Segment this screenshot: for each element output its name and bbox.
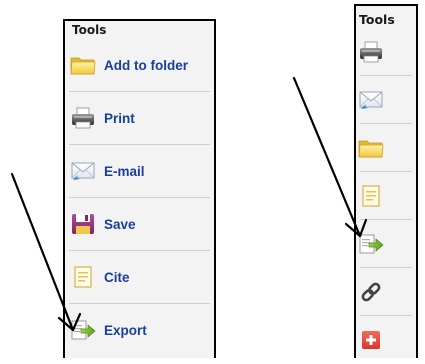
export-icon-button[interactable] bbox=[356, 220, 416, 268]
printer-icon bbox=[70, 107, 96, 129]
email-icon bbox=[358, 89, 384, 111]
export-document-icon bbox=[70, 319, 96, 341]
folder-icon bbox=[358, 137, 384, 159]
panel-title: Tools bbox=[359, 12, 395, 27]
export-button[interactable]: Export bbox=[65, 304, 214, 357]
add-icon-button[interactable] bbox=[356, 316, 416, 364]
add-to-folder-label: Add to folder bbox=[104, 58, 188, 73]
print-label: Print bbox=[104, 111, 135, 126]
panel-title: Tools bbox=[72, 23, 107, 37]
link-icon bbox=[358, 281, 384, 303]
cite-icon-button[interactable] bbox=[356, 172, 416, 220]
folder-icon bbox=[70, 54, 96, 76]
export-document-icon bbox=[358, 233, 384, 255]
document-icon bbox=[70, 266, 96, 288]
link-icon-button[interactable] bbox=[356, 268, 416, 316]
print-button[interactable]: Print bbox=[65, 92, 214, 145]
print-icon-button[interactable] bbox=[356, 28, 416, 76]
tools-panel-expanded: Tools Add to folder Print E-mail Save Ci… bbox=[63, 19, 216, 358]
tools-panel-collapsed: Tools bbox=[354, 4, 418, 358]
floppy-disk-icon bbox=[70, 213, 96, 235]
email-icon bbox=[70, 160, 96, 182]
cite-label: Cite bbox=[104, 270, 130, 285]
add-to-folder-icon-button[interactable] bbox=[356, 124, 416, 172]
email-button[interactable]: E-mail bbox=[65, 145, 214, 198]
document-icon bbox=[358, 185, 384, 207]
save-label: Save bbox=[104, 217, 136, 232]
printer-icon bbox=[358, 41, 384, 63]
plus-icon bbox=[358, 329, 384, 351]
email-icon-button[interactable] bbox=[356, 76, 416, 124]
email-label: E-mail bbox=[104, 164, 145, 179]
cite-button[interactable]: Cite bbox=[65, 251, 214, 304]
save-button[interactable]: Save bbox=[65, 198, 214, 251]
add-to-folder-button[interactable]: Add to folder bbox=[65, 39, 214, 92]
export-label: Export bbox=[104, 323, 147, 338]
